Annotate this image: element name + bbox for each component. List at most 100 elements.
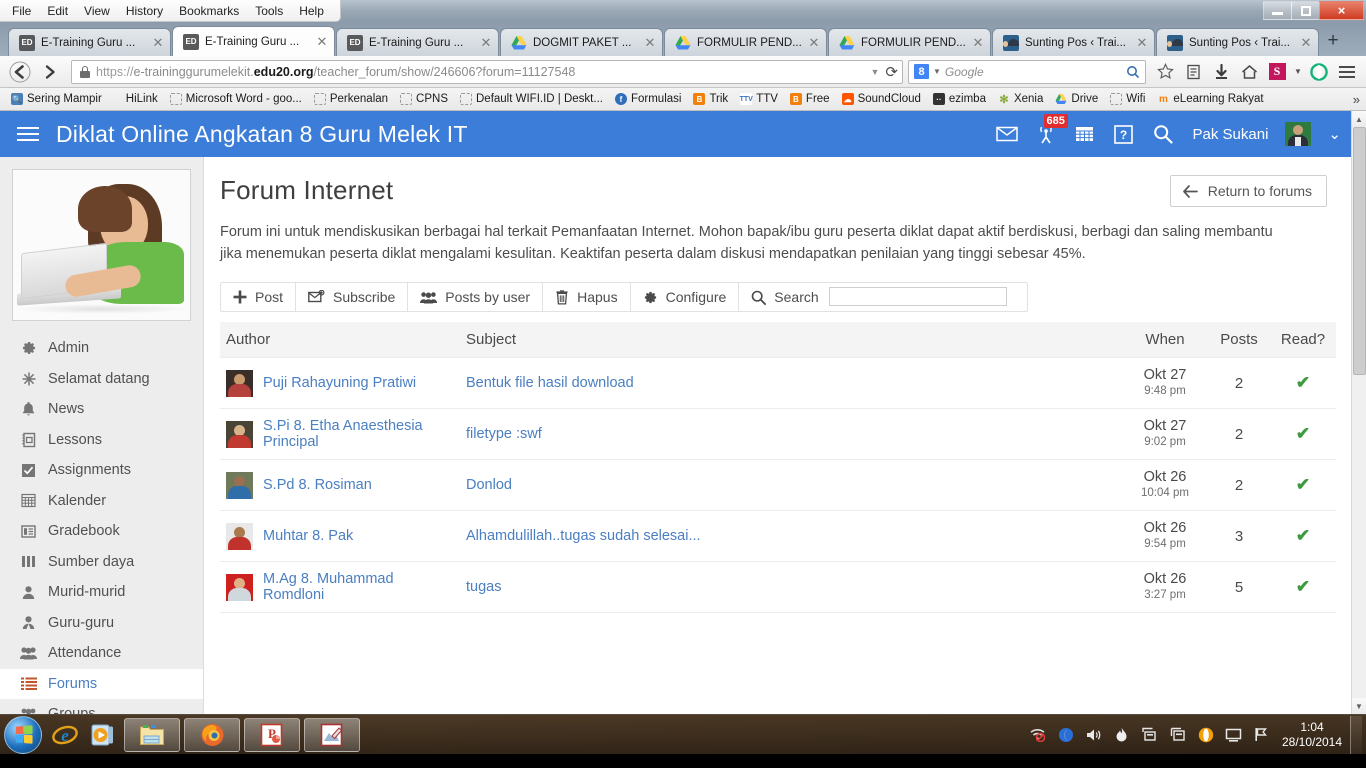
- subject-link[interactable]: Bentuk file hasil download: [466, 375, 634, 391]
- show-desktop-button[interactable]: [1350, 715, 1362, 754]
- broadcast-icon[interactable]: 685: [1035, 114, 1068, 146]
- author-link[interactable]: Puji Rahayuning Pratiwi: [263, 375, 416, 391]
- minimize-button[interactable]: [1263, 1, 1292, 20]
- sidebar-item-gradebook[interactable]: Gradebook: [0, 516, 203, 547]
- search-button[interactable]: Search: [739, 283, 1026, 311]
- browser-tab-3[interactable]: ED E-Training Guru ... ✕: [336, 28, 499, 56]
- tab-close-icon[interactable]: ✕: [480, 36, 492, 49]
- browser-tab-2-active[interactable]: ED E-Training Guru ... ✕: [172, 26, 335, 56]
- reading-list-icon[interactable]: [1180, 59, 1206, 85]
- bookmark-star-icon[interactable]: [1152, 59, 1178, 85]
- taskbar-clock[interactable]: 1:04 28/10/2014: [1276, 720, 1350, 750]
- column-header-read[interactable]: Read?: [1270, 322, 1336, 358]
- browser-search-box[interactable]: 8 ▼ Google: [908, 59, 1146, 84]
- configure-button[interactable]: Configure: [631, 283, 740, 311]
- network-icon[interactable]: [1141, 726, 1158, 743]
- opera-icon[interactable]: [1306, 59, 1332, 85]
- address-bar[interactable]: https://e-traininggurumelekit.edu20.org/…: [71, 59, 903, 84]
- bookmark-free[interactable]: B Free: [785, 92, 835, 106]
- sidebar-item-news[interactable]: News: [0, 394, 203, 425]
- username-label[interactable]: Pak Sukani: [1193, 126, 1269, 143]
- menu-history[interactable]: History: [118, 2, 171, 20]
- back-button[interactable]: [6, 59, 34, 85]
- moon-icon[interactable]: [1057, 726, 1074, 743]
- chevron-down-icon[interactable]: ▼: [933, 67, 941, 76]
- media-player-icon[interactable]: [86, 718, 120, 752]
- browser-tab-4[interactable]: DOGMIT PAKET ... ✕: [500, 28, 663, 56]
- tab-close-icon[interactable]: ✕: [644, 36, 656, 49]
- table-row[interactable]: M.Ag 8. Muhammad Romdloni tugas Okt 26 3…: [220, 561, 1336, 613]
- internet-explorer-icon[interactable]: e: [48, 718, 82, 752]
- menu-icon[interactable]: [0, 127, 56, 141]
- mail-icon[interactable]: [995, 122, 1018, 146]
- chevron-down-icon[interactable]: ▼: [871, 67, 880, 77]
- table-row[interactable]: Puji Rahayuning Pratiwi Bentuk file hasi…: [220, 357, 1336, 409]
- tab-close-icon[interactable]: ✕: [972, 36, 984, 49]
- sidebar-item-forums[interactable]: Forums: [0, 668, 203, 699]
- flame-icon[interactable]: [1113, 726, 1130, 743]
- display-icon[interactable]: [1225, 726, 1242, 743]
- menu-tools[interactable]: Tools: [247, 2, 291, 20]
- scroll-up-arrow-icon[interactable]: ▲: [1351, 111, 1366, 127]
- sidebar-item-selamat-datang[interactable]: Selamat datang: [0, 364, 203, 395]
- column-header-posts[interactable]: Posts: [1208, 322, 1270, 358]
- bookmark-ttv[interactable]: TTV TTV: [735, 92, 783, 106]
- table-row[interactable]: S.Pd 8. Rosiman Donlod Okt 26 10:04 pm 2…: [220, 459, 1336, 511]
- taskbar-file-explorer[interactable]: [124, 717, 180, 752]
- home-icon[interactable]: [1236, 59, 1262, 85]
- wifi-off-icon[interactable]: [1029, 726, 1046, 743]
- start-button[interactable]: [4, 715, 42, 754]
- browser-tab-7[interactable]: Sunting Pos ‹ Trai... ✕: [992, 28, 1155, 56]
- bookmark-formulasi[interactable]: f Formulasi: [610, 92, 686, 106]
- menu-icon[interactable]: [1334, 59, 1360, 85]
- browser-tab-8[interactable]: Sunting Pos ‹ Trai... ✕: [1156, 28, 1319, 56]
- bookmark-ezimba[interactable]: ·· ezimba: [928, 92, 991, 106]
- opera-icon[interactable]: [1197, 726, 1214, 743]
- sidebar-item-assignments[interactable]: Assignments: [0, 455, 203, 486]
- forward-button[interactable]: [36, 59, 64, 85]
- taskbar-powerpoint[interactable]: P: [244, 717, 300, 752]
- network2-icon[interactable]: [1169, 726, 1186, 743]
- menu-file[interactable]: File: [4, 2, 39, 20]
- menu-bookmarks[interactable]: Bookmarks: [171, 2, 247, 20]
- author-link[interactable]: M.Ag 8. Muhammad Romdloni: [263, 571, 454, 603]
- downloads-icon[interactable]: [1208, 59, 1234, 85]
- scroll-down-arrow-icon[interactable]: ▼: [1351, 698, 1366, 714]
- subject-link[interactable]: tugas: [466, 579, 501, 595]
- post-button[interactable]: Post: [221, 283, 297, 311]
- column-header-subject[interactable]: Subject: [460, 322, 1122, 358]
- bookmark-wifi[interactable]: Wifi: [1105, 92, 1150, 106]
- bookmark-drive[interactable]: Drive: [1050, 92, 1103, 106]
- close-button[interactable]: ×: [1319, 1, 1364, 20]
- bookmark-soundcloud[interactable]: ☁ SoundCloud: [837, 92, 926, 106]
- subject-link[interactable]: Alhamdulillah..tugas sudah selesai...: [466, 528, 701, 544]
- menu-help[interactable]: Help: [291, 2, 332, 20]
- tab-close-icon[interactable]: ✕: [316, 35, 328, 48]
- bookmark-sering-mampir[interactable]: 🔍 Sering Mampir: [6, 92, 107, 106]
- posts-by-user-button[interactable]: Posts by user: [408, 283, 544, 311]
- column-header-when[interactable]: When: [1122, 322, 1208, 358]
- bookmarks-overflow-button[interactable]: »: [1353, 92, 1362, 107]
- browser-tab-5[interactable]: FORMULIR PEND... ✕: [664, 28, 827, 56]
- sidebar-item-lessons[interactable]: Lessons: [0, 425, 203, 456]
- sidebar-item-kalender[interactable]: Kalender: [0, 486, 203, 517]
- chevron-down-icon[interactable]: ▼: [1292, 59, 1304, 85]
- bookmark-cpns[interactable]: CPNS: [395, 92, 453, 106]
- subject-link[interactable]: Donlod: [466, 477, 512, 493]
- author-link[interactable]: S.Pi 8. Etha Anaesthesia Principal: [263, 418, 454, 450]
- taskbar-image-editor[interactable]: [304, 717, 360, 752]
- return-to-forums-button[interactable]: Return to forums: [1169, 175, 1327, 207]
- sidebar-item-admin[interactable]: Admin: [0, 333, 203, 364]
- column-header-author[interactable]: Author: [220, 322, 460, 358]
- hapus-button[interactable]: Hapus: [543, 283, 631, 311]
- table-row[interactable]: Muhtar 8. Pak Alhamdulillah..tugas sudah…: [220, 510, 1336, 562]
- bookmark-trik[interactable]: B Trik: [688, 92, 733, 106]
- sidebar-item-murid-murid[interactable]: Murid-murid: [0, 577, 203, 608]
- flag-icon[interactable]: [1253, 726, 1270, 743]
- author-link[interactable]: S.Pd 8. Rosiman: [263, 477, 372, 493]
- restore-button[interactable]: [1291, 1, 1320, 20]
- bookmark-hilink[interactable]: HiLink: [121, 92, 163, 106]
- bookmark-microsoft-word[interactable]: Microsoft Word - goo...: [165, 92, 307, 106]
- new-tab-button[interactable]: +: [1320, 28, 1346, 54]
- sidebar-item-attendance[interactable]: Attendance: [0, 638, 203, 669]
